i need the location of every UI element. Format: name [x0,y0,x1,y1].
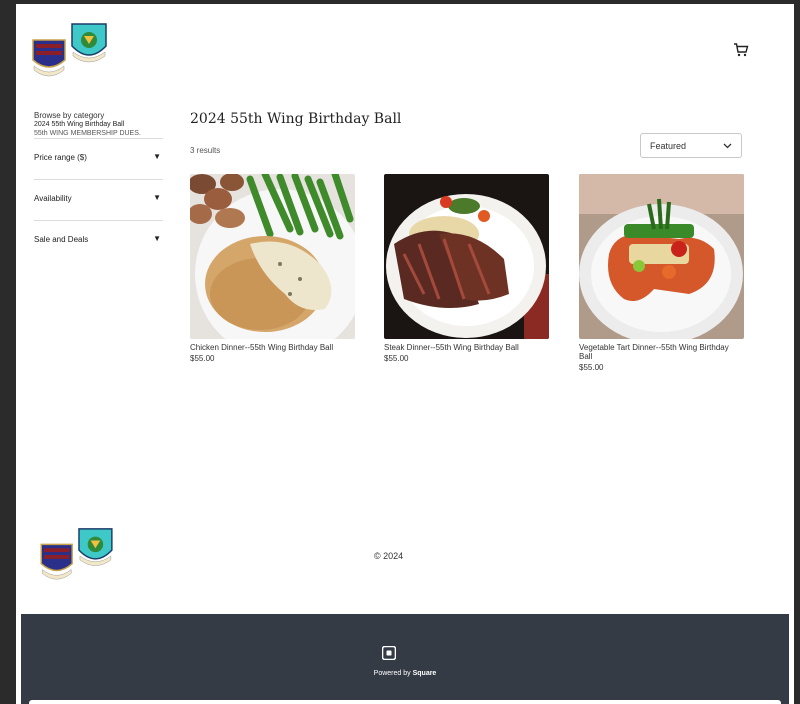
caret-down-icon: ▼ [153,234,161,243]
filter-price-range[interactable]: Price range ($) ▼ [34,138,163,179]
powered-by-prefix: Powered by [373,670,413,677]
chevron-down-icon [723,143,732,149]
sort-select-value: Featured [650,141,687,151]
caret-down-icon: ▼ [153,193,161,202]
powered-by-brand: Square [412,670,437,677]
filter-availability-label: Availability [34,194,72,203]
results-count: 3 results [190,146,221,155]
page-title: 2024 55th Wing Birthday Ball [190,111,402,127]
footer-logo[interactable] [36,525,120,585]
product-price: $55.00 [579,363,604,372]
store-logo[interactable] [28,20,114,82]
product-image-chicken[interactable] [190,174,355,339]
product-image-steak[interactable] [384,174,549,339]
product-card-steak[interactable]: Steak Dinner--55th Wing Birthday Ball $5… [384,174,549,363]
store-page: Browse by category 2024 55th Wing Birthd… [16,4,794,704]
copyright-text: © 2024 [374,551,404,561]
product-name[interactable]: Steak Dinner--55th Wing Birthday Ball [384,343,549,352]
product-price: $55.00 [384,354,409,363]
browse-by-category-label: Browse by category [34,111,105,120]
product-name[interactable]: Vegetable Tart Dinner--55th Wing Birthda… [579,343,744,361]
powered-by-text[interactable]: Powered by Square [21,670,789,677]
product-price: $55.00 [190,354,215,363]
filter-sidebar: Browse by category 2024 55th Wing Birthd… [34,111,163,261]
caret-down-icon: ▼ [153,152,161,161]
filter-availability[interactable]: Availability ▼ [34,179,163,220]
product-image-vegetable-tart[interactable] [579,174,744,339]
product-card-vegetable-tart[interactable]: Vegetable Tart Dinner--55th Wing Birthda… [579,174,744,372]
category-link-membership-dues[interactable]: 55th WING MEMBERSHIP DUES. [34,129,163,138]
powered-by-footer: Powered by Square [21,614,789,704]
cart-icon[interactable] [733,42,749,58]
filter-sale-deals[interactable]: Sale and Deals ▼ [34,220,163,261]
product-name[interactable]: Chicken Dinner--55th Wing Birthday Ball [190,343,355,352]
sort-select[interactable]: Featured [640,133,742,158]
category-link-birthday-ball[interactable]: 2024 55th Wing Birthday Ball [34,120,163,129]
filter-sale-deals-label: Sale and Deals [34,235,89,244]
bottom-panel-edge [29,700,781,704]
product-card-chicken[interactable]: Chicken Dinner--55th Wing Birthday Ball … [190,174,355,363]
square-logo-icon[interactable] [381,645,397,661]
filter-price-range-label: Price range ($) [34,153,87,162]
